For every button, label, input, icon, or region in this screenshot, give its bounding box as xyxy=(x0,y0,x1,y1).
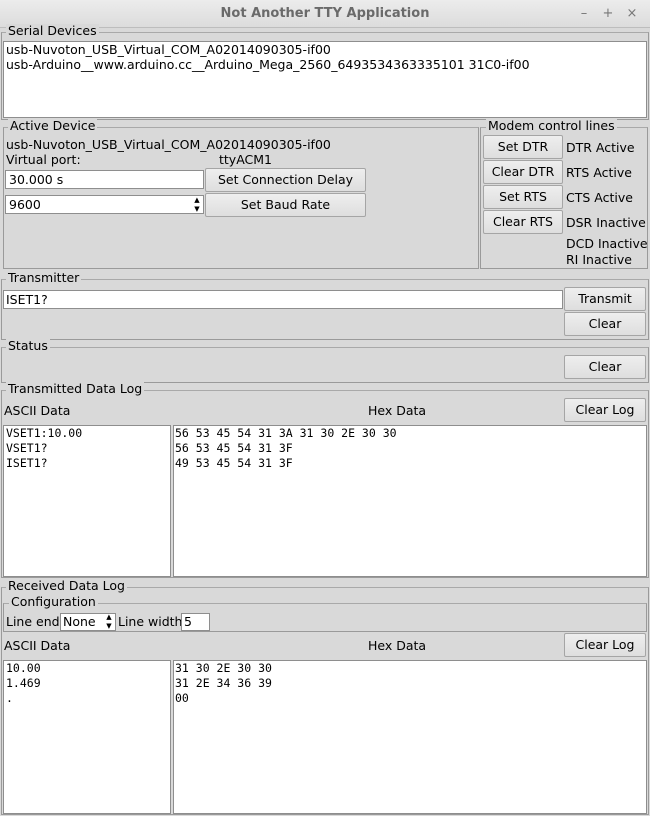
tx-ascii-header: ASCII Data xyxy=(4,403,71,418)
list-item[interactable]: usb-Arduino__www.arduino.cc__Arduino_Meg… xyxy=(6,57,644,72)
received-log-label: Received Data Log xyxy=(6,578,127,593)
transmitter-label: Transmitter xyxy=(6,270,82,285)
close-icon[interactable]: × xyxy=(623,5,641,23)
connection-delay-input[interactable]: 30.000 s xyxy=(5,170,204,189)
spin-up-icon[interactable]: ▲ xyxy=(103,613,115,622)
rx-clear-log-button[interactable]: Clear Log xyxy=(564,633,646,657)
rx-hex-header: Hex Data xyxy=(368,638,427,653)
maximize-icon[interactable]: + xyxy=(599,5,617,23)
serial-devices-list[interactable]: usb-Nuvoton_USB_Virtual_COM_A02014090305… xyxy=(3,41,647,118)
status-group xyxy=(1,347,649,383)
set-dtr-button[interactable]: Set DTR xyxy=(483,135,563,159)
baud-rate-spinbox[interactable]: 9600 xyxy=(5,195,204,214)
list-item: VSET1? xyxy=(6,441,48,455)
dsr-status: DSR Inactive xyxy=(566,215,646,230)
spin-down-icon[interactable]: ▼ xyxy=(191,205,203,214)
cts-status: CTS Active xyxy=(566,190,633,205)
status-label: Status xyxy=(6,338,50,353)
modem-control-label: Modem control lines xyxy=(486,118,617,133)
virtual-port-value: ttyACM1 xyxy=(219,152,272,167)
list-item: . xyxy=(6,691,13,705)
list-item: 31 2E 34 36 39 xyxy=(175,676,272,690)
transmit-button[interactable]: Transmit xyxy=(564,287,646,311)
line-width-label: Line width xyxy=(118,614,183,629)
list-item: 10.00 xyxy=(6,661,41,675)
tx-hex-log[interactable]: 56 53 45 54 31 3A 31 30 2E 30 30 56 53 4… xyxy=(173,425,647,577)
line-end-label: Line end xyxy=(6,614,60,629)
transmitter-clear-button[interactable]: Clear xyxy=(564,312,646,336)
status-clear-button[interactable]: Clear xyxy=(564,355,646,379)
line-end-spinner[interactable]: ▲ ▼ xyxy=(103,613,115,631)
ri-status: RI Inactive xyxy=(566,252,632,267)
set-baud-rate-button[interactable]: Set Baud Rate xyxy=(205,193,366,217)
clear-rts-button[interactable]: Clear RTS xyxy=(483,210,563,234)
list-item[interactable]: usb-Nuvoton_USB_Virtual_COM_A02014090305… xyxy=(6,42,644,57)
set-rts-button[interactable]: Set RTS xyxy=(483,185,563,209)
list-item: 1.469 xyxy=(6,676,41,690)
virtual-port-label: Virtual port: xyxy=(6,152,81,167)
baud-rate-spinner[interactable]: ▲ ▼ xyxy=(191,196,203,214)
window-title: Not Another TTY Application xyxy=(220,6,430,21)
tx-ascii-log[interactable]: VSET1:10.00 VSET1? ISET1? xyxy=(3,425,171,577)
rx-ascii-log[interactable]: 10.00 1.469 . xyxy=(3,660,171,814)
active-device-label: Active Device xyxy=(8,118,98,133)
minimize-icon[interactable]: – xyxy=(575,5,593,23)
spin-down-icon[interactable]: ▼ xyxy=(103,622,115,631)
active-device-name: usb-Nuvoton_USB_Virtual_COM_A02014090305… xyxy=(6,137,331,152)
list-item: 56 53 45 54 31 3A 31 30 2E 30 30 xyxy=(175,426,397,440)
rts-status: RTS Active xyxy=(566,165,632,180)
spin-up-icon[interactable]: ▲ xyxy=(191,196,203,205)
serial-devices-label: Serial Devices xyxy=(6,23,99,38)
line-width-input[interactable]: 5 xyxy=(181,613,210,631)
configuration-label: Configuration xyxy=(9,594,98,609)
tx-hex-header: Hex Data xyxy=(368,403,427,418)
clear-dtr-button[interactable]: Clear DTR xyxy=(483,160,563,184)
dcd-status: DCD Inactive xyxy=(566,236,648,251)
list-item: VSET1:10.00 xyxy=(6,426,83,440)
tx-clear-log-button[interactable]: Clear Log xyxy=(564,398,646,422)
rx-hex-log[interactable]: 31 30 2E 30 30 31 2E 34 36 39 00 xyxy=(173,660,647,814)
list-item: 00 xyxy=(175,691,189,705)
transmitter-group xyxy=(1,279,649,340)
dtr-status: DTR Active xyxy=(566,140,635,155)
transmit-input[interactable]: ISET1? xyxy=(3,290,563,309)
list-item: ISET1? xyxy=(6,456,48,470)
set-connection-delay-button[interactable]: Set Connection Delay xyxy=(205,168,366,192)
list-item: 31 30 2E 30 30 xyxy=(175,661,272,675)
transmitted-log-label: Transmitted Data Log xyxy=(6,381,145,396)
rx-ascii-header: ASCII Data xyxy=(4,638,71,653)
list-item: 56 53 45 54 31 3F xyxy=(175,441,293,455)
list-item: 49 53 45 54 31 3F xyxy=(175,456,293,470)
